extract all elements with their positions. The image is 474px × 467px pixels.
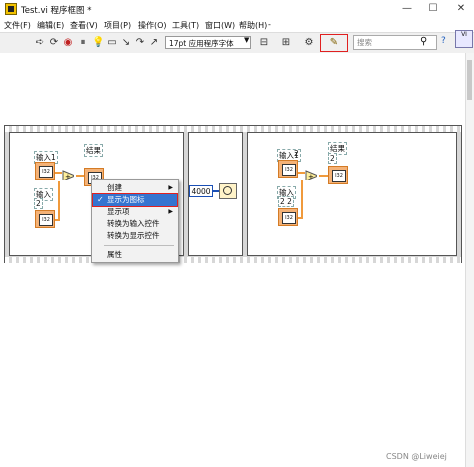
wire[interactable] [55, 172, 62, 174]
wire[interactable] [301, 180, 303, 219]
vertical-scrollbar[interactable] [465, 53, 474, 467]
menu-item-change-to-control[interactable]: 转换为输入控件 [93, 218, 177, 230]
step-into-icon[interactable]: ↘ [120, 37, 132, 49]
menu-project[interactable]: 项目(P) [104, 20, 131, 31]
menu-window[interactable]: 窗口(W) [205, 20, 235, 31]
result-value: 2 [328, 153, 337, 164]
input2-value: 2 [34, 198, 43, 209]
menu-help[interactable]: 帮助(H) [239, 20, 267, 31]
menu-view[interactable]: 查看(V) [70, 20, 98, 31]
window-title: Test.vi 程序框图 * [21, 6, 92, 16]
input2-control-terminal[interactable]: I32 [278, 208, 298, 226]
watermark: CSDN @Liweiej [386, 452, 447, 461]
input1-value: 2 [294, 149, 299, 158]
font-select[interactable]: 17pt 应用程序字体 [165, 36, 251, 49]
search-icon[interactable]: ⚲ [420, 36, 427, 47]
numeric-icon: I32 [39, 214, 53, 226]
cleanup-diagram-icon[interactable]: ✎ [328, 37, 340, 49]
svg-text:+: + [65, 173, 71, 180]
result-indicator-terminal[interactable]: I32 [328, 166, 348, 184]
menu-item-show-as-icon[interactable]: ✓ 显示为图标 [92, 193, 178, 207]
menu-item-label: 转换为输入控件 [107, 219, 160, 228]
numeric-icon: I32 [282, 212, 296, 224]
help-icon[interactable]: ? [441, 36, 446, 46]
input1-control-terminal[interactable]: I32 [35, 162, 55, 180]
input1-control-terminal[interactable]: I32 [278, 160, 298, 178]
wire[interactable] [58, 181, 60, 221]
title-bar: Test.vi 程序框图 * — ☐ ✕ [0, 0, 474, 19]
toolbar: ➪ ⟳ ◉ ⏸ 💡 ▭ ↘ ↷ ↗ 17pt 应用程序字体 ▼ ⊟ ⊞ ⚙ ✎ … [0, 32, 474, 54]
retain-wire-values-icon[interactable]: ▭ [106, 37, 118, 49]
reorder-icon[interactable]: ⚙ [303, 37, 315, 49]
wait-ms-constant[interactable]: 4000 [189, 185, 213, 197]
close-button[interactable]: ✕ [452, 2, 470, 16]
checkmark-icon: ✓ [97, 195, 104, 204]
svg-text:+: + [308, 173, 314, 180]
numeric-icon: I32 [39, 166, 53, 178]
result-label[interactable]: 结果 [84, 144, 103, 157]
submenu-arrow-icon: ▶ [168, 208, 173, 215]
numeric-icon: I32 [282, 164, 296, 176]
menu-extra: - [268, 20, 271, 29]
menu-item-change-to-indicator[interactable]: 转换为显示控件 [93, 230, 177, 242]
step-out-icon[interactable]: ↗ [148, 37, 160, 49]
menu-item-label: 属性 [107, 250, 122, 259]
run-arrow-icon[interactable]: ➪ [34, 37, 46, 49]
input2-control-terminal[interactable]: I32 [35, 210, 55, 228]
add-function-node[interactable]: + [62, 170, 74, 180]
step-over-icon[interactable]: ↷ [134, 37, 146, 49]
chevron-down-icon[interactable]: ▼ [244, 36, 249, 44]
input2-value: 2 2 [278, 196, 294, 207]
menu-separator [104, 245, 174, 246]
maximize-button[interactable]: ☐ [424, 2, 442, 16]
menu-operate[interactable]: 操作(O) [138, 20, 167, 31]
menu-bar: 文件(F) 编辑(E) 查看(V) 项目(P) 操作(O) 工具(T) 窗口(W… [0, 19, 474, 32]
menu-item-properties[interactable]: 属性 [93, 249, 177, 261]
wire[interactable] [298, 172, 305, 174]
highlight-bulb-icon[interactable]: 💡 [92, 37, 104, 49]
menu-item-label: 显示项 [107, 207, 130, 216]
menu-item-label: 转换为显示控件 [107, 231, 160, 240]
pause-icon[interactable]: ⏸ [77, 37, 89, 49]
clock-icon [223, 186, 232, 195]
menu-edit[interactable]: 编辑(E) [37, 20, 64, 31]
submenu-arrow-icon: ▶ [168, 184, 173, 191]
wire[interactable] [319, 175, 328, 177]
menu-item-create[interactable]: 创建 ▶ [93, 182, 177, 194]
run-continuous-icon[interactable]: ⟳ [48, 37, 60, 49]
scrollbar-thumb[interactable] [467, 60, 472, 100]
align-objects-icon[interactable]: ⊟ [258, 37, 270, 49]
abort-icon[interactable]: ◉ [62, 37, 74, 49]
menu-item-label: 创建 [107, 183, 122, 192]
film-perforation-bottom [5, 257, 461, 263]
labview-app-icon [5, 3, 17, 15]
vi-icon: VI [455, 30, 473, 48]
menu-item-label: 显示为图标 [107, 195, 145, 204]
add-function-node[interactable]: + [305, 170, 317, 180]
context-menu: 创建 ▶ ✓ 显示为图标 显示项 ▶ 转换为输入控件 转换为显示控件 属性 [91, 179, 179, 263]
distribute-objects-icon[interactable]: ⊞ [280, 37, 292, 49]
menu-tools[interactable]: 工具(T) [172, 20, 199, 31]
minimize-button[interactable]: — [398, 2, 416, 16]
menu-file[interactable]: 文件(F) [4, 20, 31, 31]
menu-item-visible-items[interactable]: 显示项 ▶ [93, 206, 177, 218]
numeric-icon: I32 [332, 170, 346, 182]
wire[interactable] [76, 175, 84, 177]
